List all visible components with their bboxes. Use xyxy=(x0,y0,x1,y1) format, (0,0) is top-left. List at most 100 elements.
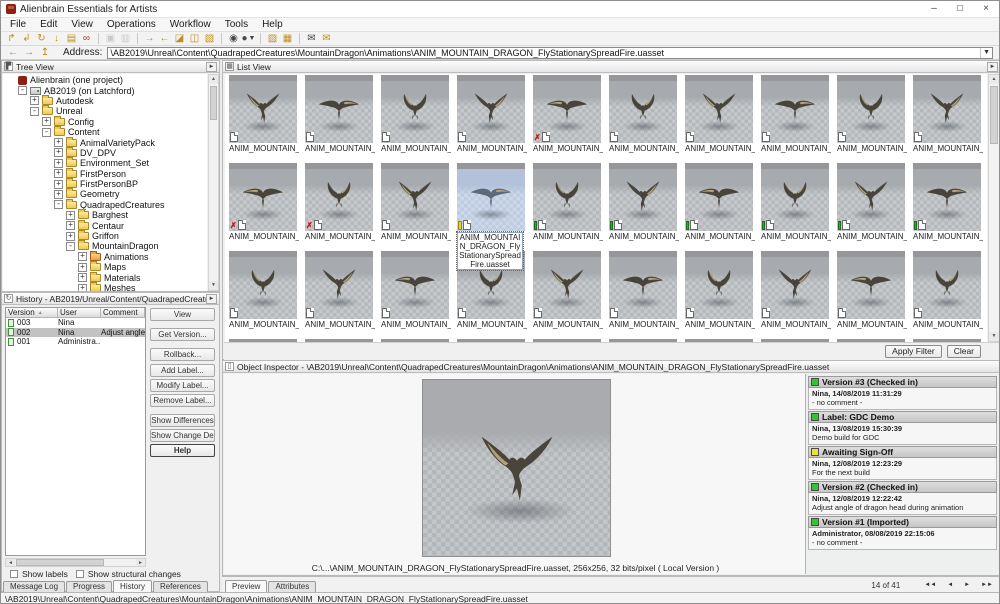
asset-thumbnail[interactable]: ANIM_MOUNTAIN_D... xyxy=(303,75,379,163)
zoom-dropdown-icon[interactable]: ▼ xyxy=(249,35,256,42)
menu-help[interactable]: Help xyxy=(255,18,290,31)
folder-search-icon[interactable]: ◫ xyxy=(187,32,202,45)
tree-item-firstperson[interactable]: +FirstPerson xyxy=(3,169,207,179)
preview-icon[interactable]: ◉ xyxy=(226,32,241,45)
paste-icon[interactable]: ▥ xyxy=(118,32,133,45)
expand-icon[interactable]: + xyxy=(54,169,63,178)
expand-icon[interactable]: + xyxy=(78,284,87,292)
tree-item-config[interactable]: +Config xyxy=(3,117,207,127)
tree-item-animalvarietypack[interactable]: +AnimalVarietyPack xyxy=(3,137,207,147)
tree-item-environment-set[interactable]: +Environment_Set xyxy=(3,158,207,168)
mail-icon[interactable]: ✉ xyxy=(304,32,319,45)
tree-scroll-down-icon[interactable]: ▼ xyxy=(209,281,218,290)
tab-preview[interactable]: Preview xyxy=(225,580,267,592)
tab-references[interactable]: References xyxy=(153,581,208,592)
tree-panel-menu-button[interactable]: ► xyxy=(206,62,217,72)
history-scroll-right-icon[interactable]: ► xyxy=(136,559,145,566)
version-entry[interactable]: Version #2 (Checked in)Nina, 12/08/2019 … xyxy=(808,481,997,515)
send-mail-icon[interactable]: ✉ xyxy=(319,32,334,45)
tree-item-meshes[interactable]: +Meshes xyxy=(3,283,207,291)
expand-icon[interactable]: + xyxy=(54,190,63,199)
collapse-icon[interactable]: - xyxy=(18,86,27,95)
column-header-comment[interactable]: Comment xyxy=(101,308,145,318)
close-button[interactable]: × xyxy=(973,1,999,17)
back-button[interactable]: ← xyxy=(5,47,21,59)
menu-file[interactable]: File xyxy=(3,18,33,31)
history-row[interactable]: 002NinaAdjust angle ... xyxy=(6,328,145,338)
add-label-button[interactable]: Add Label... xyxy=(150,364,215,377)
expand-icon[interactable]: + xyxy=(54,159,63,168)
column-header-user[interactable]: User xyxy=(58,308,101,318)
list-scroll-thumb[interactable] xyxy=(990,86,998,144)
apply-filter-button[interactable]: Apply Filter xyxy=(885,345,942,358)
show-labels-checkbox[interactable] xyxy=(10,570,18,578)
asset-thumbnail[interactable]: ANIM_MOUNTAIN_D... xyxy=(759,163,835,251)
view-button[interactable]: View xyxy=(150,308,215,321)
tree-item-geometry[interactable]: +Geometry xyxy=(3,189,207,199)
collapse-icon[interactable]: - xyxy=(42,128,51,137)
show-change-details-button[interactable]: Show Change Details xyxy=(150,429,215,442)
first-page-button[interactable]: ◄◄ xyxy=(922,581,938,590)
help-button[interactable]: Help xyxy=(150,444,215,457)
tree-item-quadrapedcreatures[interactable]: -QuadrapedCreatures xyxy=(3,200,207,210)
asset-thumbnail[interactable]: ANIM_MOUNTAIN_D... xyxy=(607,251,683,339)
history-panel-menu-button[interactable]: ► xyxy=(206,294,217,304)
tree-item-griffon[interactable]: +Griffon xyxy=(3,231,207,241)
expand-icon[interactable]: + xyxy=(78,273,87,282)
expand-icon[interactable]: + xyxy=(66,232,75,241)
expand-icon[interactable]: + xyxy=(42,117,51,126)
address-dropdown-icon[interactable]: ▼ xyxy=(980,48,990,58)
tree-item-maps[interactable]: +Maps xyxy=(3,262,207,272)
collapse-icon[interactable]: - xyxy=(66,242,75,251)
tree-item-barghest[interactable]: +Barghest xyxy=(3,210,207,220)
forward-button[interactable]: → xyxy=(21,47,37,59)
collapse-icon[interactable]: - xyxy=(54,200,63,209)
show-structural-changes-checkbox[interactable] xyxy=(76,570,84,578)
asset-thumbnail[interactable]: ANIM_MOUNTAIN_D... xyxy=(379,163,455,251)
expand-icon[interactable]: + xyxy=(66,221,75,230)
version-entry[interactable]: Version #3 (Checked in)Nina, 14/08/2019 … xyxy=(808,376,997,410)
browse-icon[interactable]: ▧ xyxy=(202,32,217,45)
import-icon[interactable]: → xyxy=(142,32,157,45)
expand-icon[interactable]: + xyxy=(66,211,75,220)
get-latest-icon[interactable]: ↓ xyxy=(49,32,64,45)
menu-operations[interactable]: Operations xyxy=(100,18,163,31)
asset-thumbnail[interactable]: ANIM_MOUNTAIN_D... xyxy=(759,251,835,339)
menu-workflow[interactable]: Workflow xyxy=(163,18,218,31)
asset-thumbnail[interactable]: ✗ANIM_MOUNTAIN_D... xyxy=(531,75,607,163)
remove-label-button[interactable]: Remove Label... xyxy=(150,394,215,407)
asset-thumbnail[interactable]: ANIM_MOUNTAIN_D... xyxy=(911,75,987,163)
undo-check-out-icon[interactable]: ↻ xyxy=(34,32,49,45)
next-page-button[interactable]: ► xyxy=(962,581,972,590)
tree-item-ab2019-on-latchford[interactable]: -AB2019 (on Latchford) xyxy=(3,85,207,95)
asset-thumbnail[interactable]: ANIM_MOUNTAIN_D... xyxy=(835,75,911,163)
list-panel-menu-button[interactable]: ► xyxy=(987,62,998,72)
properties-icon[interactable]: ▦ xyxy=(280,32,295,45)
asset-thumbnail[interactable]: ANIM_MOUNTAIN_D... xyxy=(607,75,683,163)
tree-item-unreal[interactable]: -Unreal xyxy=(3,106,207,116)
zoom-icon[interactable]: ●▼ xyxy=(241,32,256,45)
check-out-icon[interactable]: ↱ xyxy=(4,32,19,45)
tree-item-firstpersonbp[interactable]: +FirstPersonBP xyxy=(3,179,207,189)
tab-message-log[interactable]: Message Log xyxy=(3,581,65,592)
menu-edit[interactable]: Edit xyxy=(33,18,64,31)
version-entry[interactable]: Version #1 (Imported)Administrator, 08/0… xyxy=(808,516,997,550)
asset-thumbnail[interactable]: ANIM_MOUNTAIN_D... xyxy=(303,251,379,339)
history-hscrollbar[interactable]: ◄ ► xyxy=(5,558,146,567)
copy-icon[interactable]: ▣ xyxy=(103,32,118,45)
asset-thumbnail[interactable]: ANIM_MOUNTAIN_D... xyxy=(835,163,911,251)
expand-icon[interactable]: + xyxy=(54,180,63,189)
asset-thumbnail[interactable]: ANIM_MOUNTAIN_D... xyxy=(835,251,911,339)
asset-thumbnail[interactable]: ANIM_MOUNTAIN_D... xyxy=(227,75,303,163)
asset-thumbnail[interactable]: ANIM_MOUNTAIN_DRAGON_FlyStationarySpread… xyxy=(455,163,531,251)
version-entry[interactable]: Awaiting Sign-OffNina, 12/08/2019 12:23:… xyxy=(808,446,997,480)
tab-progress[interactable]: Progress xyxy=(66,581,112,592)
new-folder-icon[interactable]: ▤ xyxy=(64,32,79,45)
asset-thumbnail[interactable]: ✗ANIM_MOUNTAIN_D... xyxy=(303,163,379,251)
last-page-button[interactable]: ►► xyxy=(979,581,995,590)
asset-thumbnail[interactable]: ANIM_MOUNTAIN_D... xyxy=(455,75,531,163)
list-scroll-up-icon[interactable]: ▲ xyxy=(989,75,999,84)
tree-item-autodesk[interactable]: +Autodesk xyxy=(3,96,207,106)
maximize-button[interactable]: □ xyxy=(947,1,973,17)
collapse-icon[interactable]: - xyxy=(30,107,39,116)
